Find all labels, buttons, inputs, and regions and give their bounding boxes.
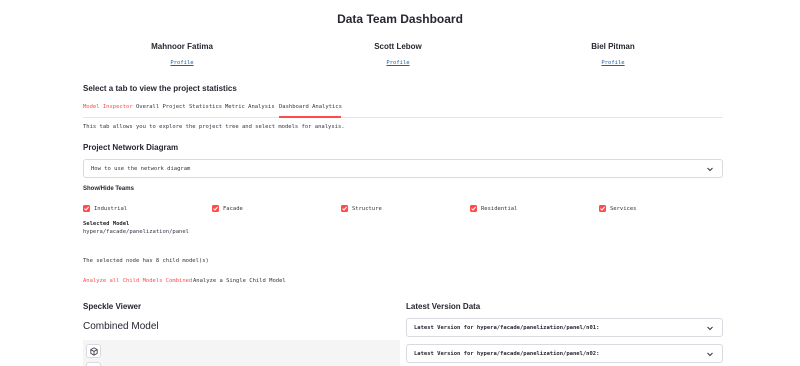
team-toggle-label: Structure [352, 205, 382, 212]
cube-icon [90, 347, 98, 356]
checkbox-checked-icon[interactable] [599, 205, 606, 212]
speckle-heading: Speckle Viewer [83, 302, 142, 311]
selected-model-title: Selected Model [83, 221, 130, 227]
team-member-2: Scott Lebow Profile [308, 42, 488, 69]
page-title: Data Team Dashboard [337, 12, 463, 26]
latest-version-expander-n02[interactable]: Latest Version for hypera/facade/paneliz… [406, 344, 723, 363]
chevron-down-icon [706, 165, 714, 173]
member-name: Scott Lebow [374, 42, 422, 51]
tab-description: This tab allows you to explore the proje… [83, 124, 345, 130]
team-toggle-structure[interactable]: Structure [341, 205, 382, 212]
active-tab-indicator [279, 116, 341, 118]
tab-metric-analysis[interactable]: Metric Analysis [225, 104, 275, 110]
team-toggle-residential[interactable]: Residential [470, 205, 517, 212]
tab-prompt-heading: Select a tab to view the project statist… [83, 84, 237, 93]
viewer-tool-button[interactable] [86, 362, 101, 366]
main-tabs: Model Inspector Overall Project Statisti… [83, 102, 723, 118]
profile-link[interactable]: Profile [170, 60, 193, 66]
member-name: Mahnoor Fatima [151, 42, 213, 51]
profile-link[interactable]: Profile [601, 60, 624, 66]
team-member-3: Biel Pitman Profile [523, 42, 703, 69]
chevron-down-icon [706, 350, 714, 358]
latest-version-expander-n01[interactable]: Latest Version for hypera/facade/paneliz… [406, 318, 723, 337]
speckle-viewer[interactable] [83, 340, 400, 366]
checkbox-checked-icon[interactable] [470, 205, 477, 212]
expander-label: How to use the network diagram [91, 166, 191, 172]
team-toggle-label: Residential [481, 205, 518, 212]
tab-overall-project-statistics[interactable]: Overall Project Statistics [136, 104, 222, 110]
tab-analyze-single[interactable]: Analyze a Single Child Model [193, 278, 286, 284]
selected-model-path: hypera/facade/panelization/panel [83, 229, 189, 235]
team-toggle-label: Facade [223, 205, 243, 212]
network-help-expander[interactable]: How to use the network diagram [83, 159, 723, 178]
combined-model-heading: Combined Model [83, 321, 159, 332]
team-toggle-label: Services [610, 205, 637, 212]
member-name: Biel Pitman [591, 42, 635, 51]
checkbox-checked-icon[interactable] [212, 205, 219, 212]
expander-label: Latest Version for hypera/facade/paneliz… [414, 325, 600, 331]
child-count-text: The selected node has 8 child model(s) [83, 258, 209, 264]
tab-analyze-combined[interactable]: Analyze all Child Models Combined [83, 278, 192, 284]
team-member-1: Mahnoor Fatima Profile [92, 42, 272, 69]
profile-link[interactable]: Profile [386, 60, 409, 66]
teams-heading: Show/Hide Teams [83, 186, 134, 192]
latest-version-heading: Latest Version Data [406, 302, 481, 311]
tab-dashboard-analytics[interactable]: Dashboard Analytics [279, 104, 342, 110]
view-cube-button[interactable] [86, 344, 101, 358]
checkbox-checked-icon[interactable] [83, 205, 90, 212]
chevron-down-icon [706, 324, 714, 332]
tab-model-inspector[interactable]: Model Inspector [83, 104, 133, 110]
network-heading: Project Network Diagram [83, 143, 179, 152]
team-toggle-services[interactable]: Services [599, 205, 637, 212]
team-toggle-industrial[interactable]: Industrial [83, 205, 127, 212]
checkbox-checked-icon[interactable] [341, 205, 348, 212]
team-toggle-facade[interactable]: Facade [212, 205, 243, 212]
expander-label: Latest Version for hypera/facade/paneliz… [414, 351, 600, 357]
team-toggle-label: Industrial [94, 205, 128, 212]
